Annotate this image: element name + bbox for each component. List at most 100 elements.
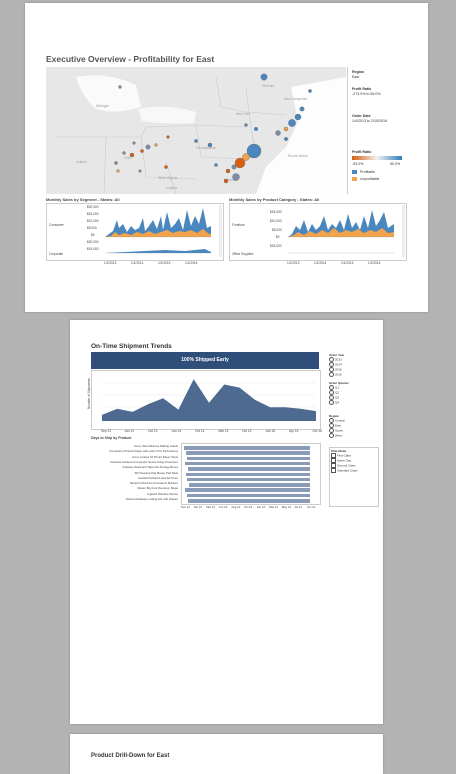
ship-mode-option-label: Second Class: [337, 463, 356, 468]
city-marker[interactable]: [253, 127, 258, 132]
city-marker[interactable]: [225, 168, 231, 174]
city-marker[interactable]: [275, 130, 281, 136]
product-label[interactable]: Avery Self-Adhesive Mailing Labels: [134, 444, 178, 448]
city-marker[interactable]: [140, 149, 144, 153]
shipment-x-tick: Apr 16: [289, 429, 299, 433]
region-filter-value[interactable]: East: [352, 75, 359, 79]
gantt-x-tick: Jun 13: [218, 505, 228, 509]
radio-icon: [329, 433, 334, 438]
city-marker[interactable]: [234, 157, 246, 169]
unprofitable-legend-label: Unprofitable: [360, 177, 380, 181]
gantt-bar[interactable]: [187, 493, 310, 498]
order-quarter-filter: Order Quarter Q1 Q2 Q3 Q4: [329, 381, 349, 405]
city-marker[interactable]: [214, 163, 218, 167]
order-date-filter-value[interactable]: 1/4/2013 to 2/15/2016: [352, 119, 387, 123]
segment-chart[interactable]: Consumer Corporate $20,000 $15,000 $10,0…: [46, 203, 224, 261]
city-marker[interactable]: [194, 139, 198, 143]
city-marker[interactable]: [116, 169, 120, 173]
gantt-bar[interactable]: [185, 461, 310, 466]
order-year-option[interactable]: 2016: [329, 372, 344, 377]
city-marker[interactable]: [284, 137, 288, 141]
shipment-x-tick: Oct 14: [195, 429, 205, 433]
profit-ratio-color-ramp: [352, 156, 402, 160]
city-marker[interactable]: [260, 73, 268, 81]
shipment-x-tick: Oct 15: [242, 429, 252, 433]
product-label[interactable]: 3M Cleaning Pad Mouse Pad Pack: [135, 471, 178, 475]
product-label[interactable]: Fellowes Advanced Computer Series Surge …: [110, 460, 178, 464]
gantt-bar[interactable]: [189, 483, 310, 487]
gantt-bar[interactable]: [186, 472, 310, 477]
profit-ratio-filter-value[interactable]: -273.0% to 50.0%: [352, 92, 381, 96]
gantt-x-tick: Nov 12: [181, 505, 190, 509]
order-year-option-label: 2013: [335, 357, 342, 362]
dashboard-page-product-drill-down: Product Drill-Down for East: [70, 734, 383, 774]
city-marker[interactable]: [207, 142, 213, 148]
gantt-x-tick: Jul 14: [294, 505, 302, 509]
segment-chart-title: Monthly Sales by Segment - States: All: [46, 197, 120, 202]
product-label[interactable]: Sanford Ultra-Fine Permanent Markers: [130, 481, 178, 485]
gantt-bar[interactable]: [186, 451, 310, 455]
shipment-x-tick: Sep 12: [101, 429, 112, 433]
shipment-area-chart-frame[interactable]: Number of Shipments: [87, 370, 321, 430]
ship-mode-option[interactable]: Standard Class: [331, 468, 377, 473]
city-marker[interactable]: [223, 178, 229, 184]
product-label[interactable]: Fellowes Stack and Tape File Storage Box…: [123, 465, 178, 469]
ramp-max-label: 50.0%: [390, 162, 401, 166]
region-option-label: South: [335, 428, 343, 433]
city-marker[interactable]: [294, 113, 302, 121]
city-marker[interactable]: [308, 89, 312, 93]
map-label-rhode-island: Rhode Island: [288, 154, 308, 158]
city-marker[interactable]: [145, 144, 151, 150]
page-title: Executive Overview - Profitability for E…: [46, 54, 215, 64]
city-marker[interactable]: [154, 143, 158, 147]
city-marker[interactable]: [122, 151, 126, 155]
region-option[interactable]: West: [329, 433, 345, 438]
segment-tick: $5,000: [87, 226, 97, 230]
page-title: Product Drill-Down for East: [91, 753, 170, 759]
product-label[interactable]: Companion Product Paper with Letter-Trim…: [109, 449, 178, 453]
city-marker[interactable]: [129, 152, 135, 158]
city-marker[interactable]: [244, 123, 248, 127]
segment-tick: $15,000: [87, 212, 99, 216]
product-label[interactable]: Master Big Foot Doorstop, Beige: [137, 486, 178, 490]
gantt-bar[interactable]: [187, 456, 310, 461]
city-marker[interactable]: [164, 165, 168, 169]
category-tick: $0: [276, 235, 280, 239]
profitability-map[interactable]: Vermont New Hampshire Michigan New York …: [46, 67, 346, 194]
city-marker[interactable]: [166, 135, 170, 139]
gantt-bar[interactable]: [188, 467, 310, 471]
map-label-west-virginia: West Virginia: [158, 176, 177, 180]
city-marker[interactable]: [118, 85, 122, 89]
category-xtick: 1/1/2015: [341, 261, 354, 265]
profitable-legend-label: Profitable: [360, 170, 376, 174]
days-to-ship-gantt[interactable]: [181, 443, 321, 505]
gantt-bar[interactable]: [185, 488, 310, 492]
product-label[interactable]: Logitech Wireless Mouse: [147, 492, 178, 496]
map-svg: Vermont New Hampshire Michigan New York …: [46, 67, 346, 194]
product-label[interactable]: Hewlett Packard LaserJet Toner: [138, 476, 178, 480]
city-marker[interactable]: [299, 106, 305, 112]
gantt-bar[interactable]: [187, 477, 310, 482]
product-label[interactable]: Deluxe Rollaway Locking File with Drawer: [126, 497, 178, 501]
city-marker[interactable]: [283, 126, 289, 132]
quarter-option[interactable]: Q4: [329, 400, 349, 405]
category-row-furniture: Furniture: [232, 223, 245, 227]
city-marker[interactable]: [231, 164, 237, 170]
category-xtick: 1/1/2014: [314, 261, 327, 265]
category-scrollbar[interactable]: [402, 205, 405, 257]
radio-icon: [329, 372, 334, 377]
gantt-bar[interactable]: [188, 499, 310, 503]
shipment-x-tick: Jan 16: [265, 429, 276, 433]
product-label[interactable]: Acme Coated 18 Printer Paper Stock: [132, 455, 178, 459]
city-marker[interactable]: [114, 161, 118, 165]
gantt-bar[interactable]: [184, 446, 310, 450]
city-marker[interactable]: [132, 141, 136, 145]
city-marker[interactable]: [232, 173, 240, 181]
city-marker[interactable]: [138, 169, 142, 173]
category-chart[interactable]: Furniture Office Supplies $15,000 $10,00…: [229, 203, 407, 261]
map-label-pennsylvania: Pennsylvania: [196, 146, 216, 150]
segment-scrollbar[interactable]: [219, 205, 222, 257]
region-option-label: Central: [335, 418, 345, 423]
city-marker[interactable]: [288, 119, 296, 127]
order-year-option-label: 2016: [335, 372, 342, 377]
